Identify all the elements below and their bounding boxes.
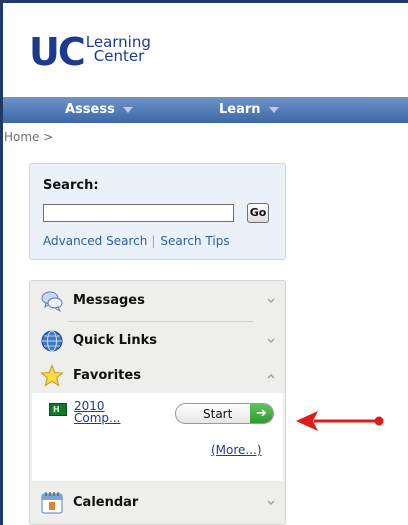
search-box: Search: Go Advanced Search | Search Tips (29, 163, 286, 260)
nav-learn-label: Learn (219, 102, 261, 117)
nav-assess-label: Assess (65, 102, 115, 117)
favorite-item-link[interactable]: 2010 Comp... (74, 400, 134, 424)
messages-icon (41, 291, 63, 313)
go-button[interactable]: Go (247, 203, 269, 223)
panel-divider (68, 321, 253, 322)
messages-title: Messages (73, 293, 145, 308)
favorites-title: Favorites (73, 368, 141, 383)
search-links: Advanced Search | Search Tips (43, 234, 230, 248)
course-icon-badge: H (53, 405, 60, 414)
logo-words: Learning Center (86, 35, 151, 65)
annotation-arrow-icon (296, 411, 384, 431)
search-tips-link[interactable]: Search Tips (160, 234, 229, 248)
course-icon: H (49, 403, 67, 416)
chevron-up-icon (267, 374, 275, 379)
sidebar-panel: Messages Quick Links Favorites H 2010 Co… (29, 280, 286, 525)
nav-learn[interactable]: Learn (219, 97, 279, 123)
page-header: UC Learning Center (3, 3, 408, 97)
start-button[interactable]: Start ➔ (175, 403, 274, 424)
logo-uc: UC (29, 30, 86, 74)
chevron-down-icon (267, 298, 275, 303)
chevron-down-icon (267, 500, 275, 505)
calendar-icon (41, 492, 63, 514)
search-label: Search: (43, 178, 99, 193)
messages-header[interactable]: Messages (30, 283, 285, 319)
globe-icon (41, 330, 63, 352)
main-nav: Assess Learn (3, 97, 408, 123)
breadcrumb[interactable]: Home > (4, 130, 53, 144)
quick-links-title: Quick Links (73, 333, 158, 348)
chevron-down-icon (122, 106, 133, 113)
uc-learning-center-logo[interactable]: UC Learning Center (29, 33, 151, 75)
more-favorites-link[interactable]: (More...) (211, 443, 262, 457)
favorites-header[interactable]: Favorites (30, 358, 285, 394)
chevron-down-icon (268, 106, 279, 113)
calendar-header[interactable]: Calendar (30, 485, 285, 521)
search-input[interactable] (43, 204, 234, 222)
search-links-separator: | (151, 234, 156, 248)
chevron-down-icon (267, 338, 275, 343)
advanced-search-link[interactable]: Advanced Search (43, 234, 147, 248)
nav-assess[interactable]: Assess (65, 97, 133, 123)
logo-word-center: Center (93, 47, 145, 65)
favorites-list: H 2010 Comp... Start ➔ (More...) (32, 393, 283, 481)
start-label: Start (203, 407, 233, 421)
star-icon (40, 364, 64, 387)
arrow-right-icon: ➔ (250, 404, 273, 423)
calendar-title: Calendar (73, 495, 139, 510)
quick-links-header[interactable]: Quick Links (30, 323, 285, 359)
